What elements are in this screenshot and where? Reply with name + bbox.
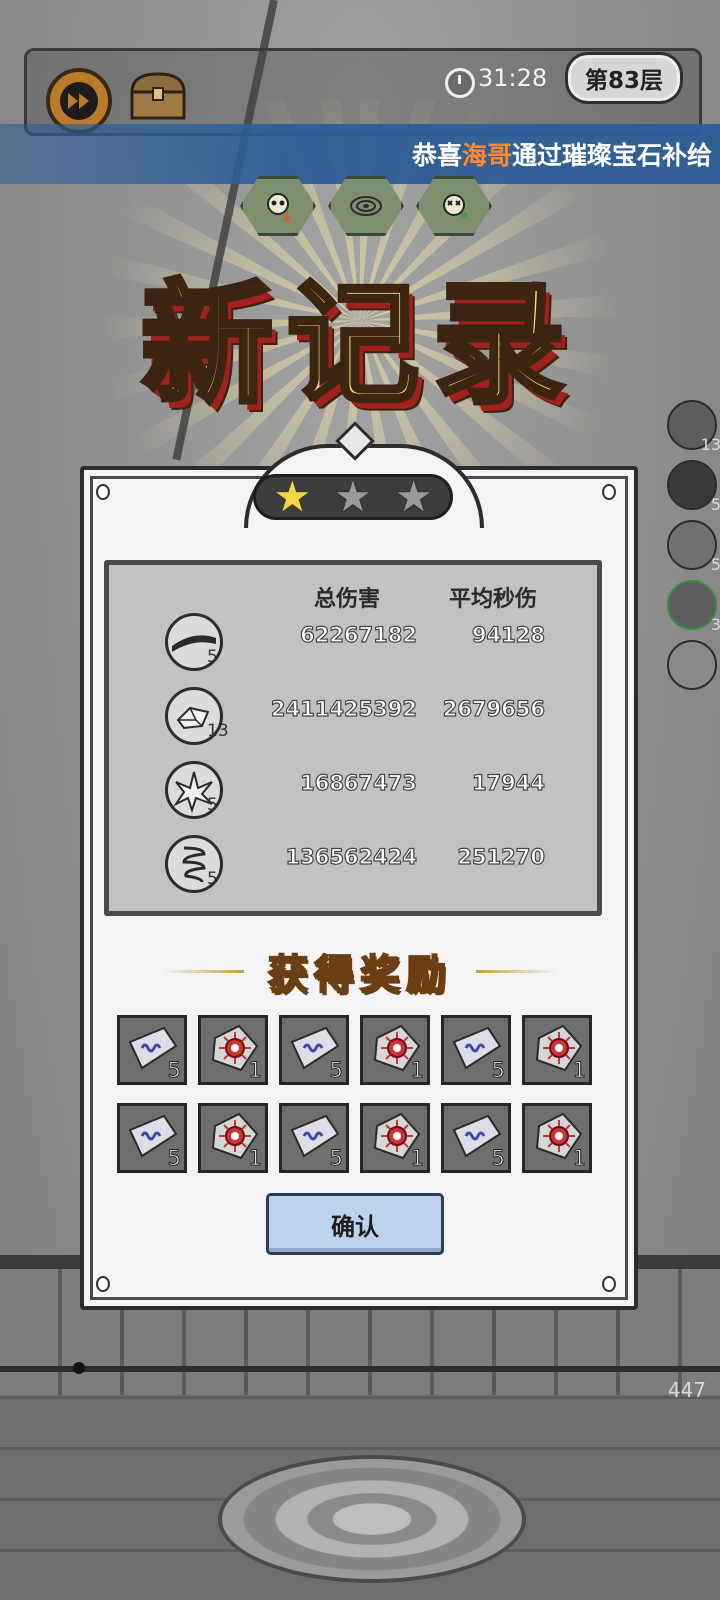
skill-level: 5 (207, 795, 218, 815)
stage-timer: 31:28 (478, 64, 548, 92)
skull-heal-icon (416, 176, 492, 236)
avg-dps-value: 17944 (471, 770, 545, 795)
announcement-banner: 恭喜海哥通过璀璨宝石补给 (0, 124, 720, 184)
reward-item[interactable]: 5 (117, 1103, 187, 1173)
reward-count: 5 (491, 1058, 505, 1083)
skill-level: 5 (207, 869, 218, 889)
clock-icon (445, 68, 475, 98)
panel-bolt (602, 1276, 616, 1292)
reward-item[interactable]: 5 (441, 1103, 511, 1173)
star-icon: ★ (394, 472, 433, 521)
reward-count: 1 (410, 1058, 424, 1083)
reward-count: 5 (491, 1146, 505, 1171)
skill-level: 5 (207, 647, 218, 667)
reward-item[interactable]: 1 (360, 1015, 430, 1085)
side-skill[interactable]: 3 (667, 580, 720, 634)
announcement-player: 海哥 (461, 141, 512, 170)
floor-badge: 第83层 (565, 52, 683, 104)
rewards-grid: 5 1 5 1 5 1 5 1 5 1 5 1 (117, 1015, 597, 1173)
skill-level: 13 (207, 721, 229, 741)
side-skill-empty (667, 640, 717, 690)
rewards-title: 获得奖励 (267, 950, 452, 999)
reward-count: 1 (248, 1058, 262, 1083)
total-damage-value: 2411425392 (270, 696, 417, 721)
reward-item[interactable]: 1 (360, 1103, 430, 1173)
game-scene: 447 31:28 第83层 恭喜海哥通过璀璨宝石补给 13 5 5 3 新记录… (0, 0, 720, 1600)
panel-bolt (96, 484, 110, 500)
confirm-button[interactable]: 确认 (266, 1193, 444, 1255)
reward-count: 1 (410, 1146, 424, 1171)
side-skill-list: 13 5 5 3 (667, 400, 720, 690)
reward-item[interactable]: 5 (441, 1015, 511, 1085)
reward-count: 5 (329, 1058, 343, 1083)
table-row: 13 2411425392 2679656 (109, 687, 597, 747)
star-rating: ★ ★ ★ (253, 474, 453, 520)
total-damage-value: 16867473 (299, 770, 417, 795)
reward-item[interactable]: 5 (117, 1015, 187, 1085)
panel-bolt (602, 484, 616, 500)
new-record-title: 新记录 (139, 265, 579, 425)
treasure-chest-button[interactable] (126, 70, 190, 122)
table-row: 5 16867473 17944 (109, 761, 597, 821)
panel-bolt (96, 1276, 110, 1292)
reward-count: 1 (572, 1058, 586, 1083)
treasure-chest-icon (130, 72, 186, 120)
reward-count: 5 (329, 1146, 343, 1171)
table-row: 5 62267182 94128 (109, 613, 597, 673)
buff-row (240, 176, 492, 236)
reward-item[interactable]: 1 (522, 1015, 592, 1085)
reward-item[interactable]: 5 (279, 1103, 349, 1173)
side-skill[interactable]: 5 (667, 520, 720, 574)
stage-progress-track (0, 1366, 720, 1372)
skull-attack-up-icon (240, 176, 316, 236)
reward-item[interactable]: 1 (198, 1103, 268, 1173)
avg-dps-header: 平均秒伤 (449, 586, 538, 612)
avg-dps-value: 2679656 (442, 696, 546, 721)
star-icon: ★ (334, 472, 372, 521)
reward-item[interactable]: 5 (279, 1015, 349, 1085)
well-pond (218, 1455, 526, 1583)
total-damage-value: 62267182 (299, 622, 417, 647)
table-row: 5 136562424 251270 (109, 835, 597, 895)
avg-dps-value: 251270 (457, 844, 546, 869)
damage-stats-table: 总伤害 平均秒伤 5 62267182 94128 13 2411425392 … (104, 560, 602, 916)
reward-count: 5 (167, 1058, 181, 1083)
reward-count: 1 (572, 1146, 586, 1171)
avg-dps-value: 94128 (471, 622, 545, 647)
fast-forward-icon (60, 82, 98, 120)
reward-item[interactable]: 1 (198, 1015, 268, 1085)
total-damage-header: 总伤害 (314, 586, 381, 612)
side-skill[interactable]: 5 (667, 460, 720, 514)
target-icon (328, 176, 404, 236)
reward-item[interactable]: 1 (522, 1103, 592, 1173)
announcement-text: 恭喜海哥通过璀璨宝石补给 (411, 141, 712, 170)
star-icon: ★ (273, 472, 312, 521)
reward-count: 1 (248, 1146, 262, 1171)
distance-score: 447 (667, 1378, 706, 1402)
total-damage-value: 136562424 (285, 844, 418, 869)
reward-count: 5 (167, 1146, 181, 1171)
